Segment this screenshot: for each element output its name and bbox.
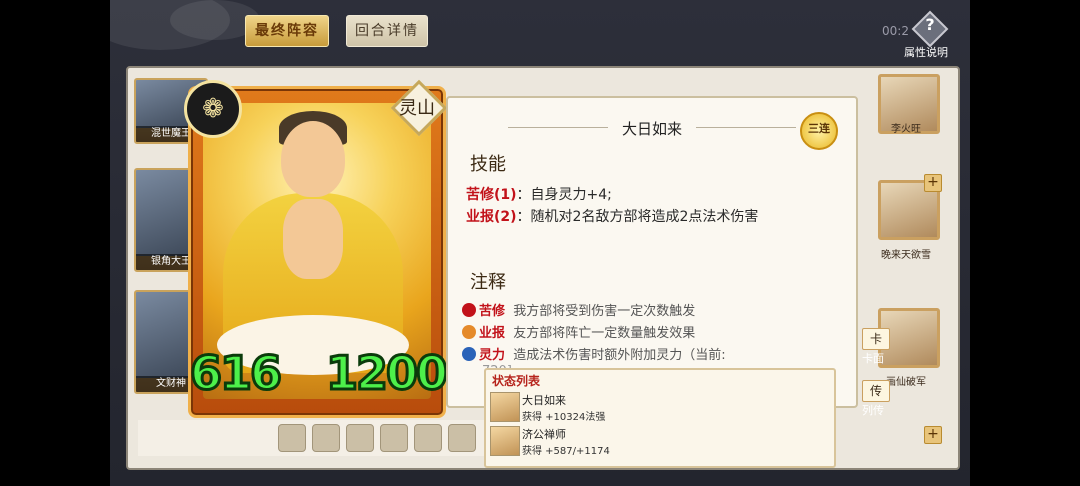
skill-tag: 苦修(1) [466,187,517,203]
skills-heading: 技能 [470,154,506,175]
region-badge: 灵山 [383,79,448,137]
ascetic-icon [462,303,476,317]
status-gain: 获得 +10324法强 [522,412,606,423]
spirit-icon [462,347,476,361]
status-hero-name: 大日如来 [522,394,566,407]
note-text: 我方部将受到伤害一定次数触发 [513,304,696,319]
note-tag: 苦修 [479,304,506,319]
skill-text: ：自身灵力+4; [516,187,612,203]
biography-button[interactable]: 传 [862,380,890,402]
note-line: 苦修 我方部将受到伤害一定次数触发 [462,300,695,319]
status-hero-name: 济公禅师 [522,428,566,441]
equipment-icon[interactable] [312,424,340,452]
note-line: 灵力 造成法术伤害时额外附加灵力（当前: [462,344,726,363]
head-shape [281,121,345,197]
skill-line: 业报(2)：随机对2名敌方部将造成2点法术伤害 [466,206,758,226]
status-list-title: 状态列表 [492,374,541,388]
tab-round-details[interactable]: 回合详情 [346,15,428,47]
region-label: 灵山 [399,98,435,119]
hero-title: 大日如来 [621,120,682,138]
note-tag: 业报 [479,326,506,341]
hero-avatar [490,426,520,456]
tab-final-lineup[interactable]: 最终阵容 [245,15,329,47]
note-text: 友方部将阵亡一定数量触发效果 [513,326,696,341]
combo-badge: 三连 [800,112,838,150]
hp-stat: 1200 [324,345,449,402]
match-timer: 00:2 [882,24,909,38]
attack-stat: 616 [188,345,283,402]
card-face-button[interactable]: 卡 [862,328,890,350]
faction-emblem-icon: ❁ [184,80,242,138]
equipment-icon[interactable] [346,424,374,452]
skill-text: ：随机对2名敌方部将造成2点法术伤害 [516,209,759,225]
equipment-icon[interactable] [414,424,442,452]
skill-tag: 业报(2) [466,209,517,225]
note-tag: 灵力 [479,348,506,363]
status-list-panel: 状态列表 大日如来 获得 +10324法强 济公禅师 获得 +587/+1174 [484,368,836,468]
card-face-label: 卡面 [862,352,884,365]
equipment-icon[interactable] [278,424,306,452]
hero-avatar [490,392,520,422]
hero-name: 晚来天欲雪 [881,250,931,261]
status-gain: 获得 +587/+1174 [522,446,610,457]
add-slot-button[interactable]: + [924,174,942,192]
question-icon: ? [925,15,935,34]
equipment-icon[interactable] [448,424,476,452]
equipment-icon[interactable] [380,424,408,452]
note-line: 业报 友方部将阵亡一定数量触发效果 [462,322,695,341]
note-text: 造成法术伤害时额外附加灵力（当前: [513,348,726,363]
attribute-help-label: 属性说明 [904,46,948,59]
skill-line: 苦修(1)：自身灵力+4; [466,184,612,204]
hero-name: 李火旺 [891,124,921,135]
notes-heading: 注释 [470,272,506,293]
hero-detail-panel: 大日如来 三连 技能 苦修(1)：自身灵力+4; 业报(2)：随机对2名敌方部将… [446,96,858,408]
chest-shape [283,199,343,279]
karma-icon [462,325,476,339]
attribute-help-button[interactable]: ? 属性说明 [904,10,950,60]
add-slot-button[interactable]: + [924,426,942,444]
biography-label: 列传 [862,404,884,417]
